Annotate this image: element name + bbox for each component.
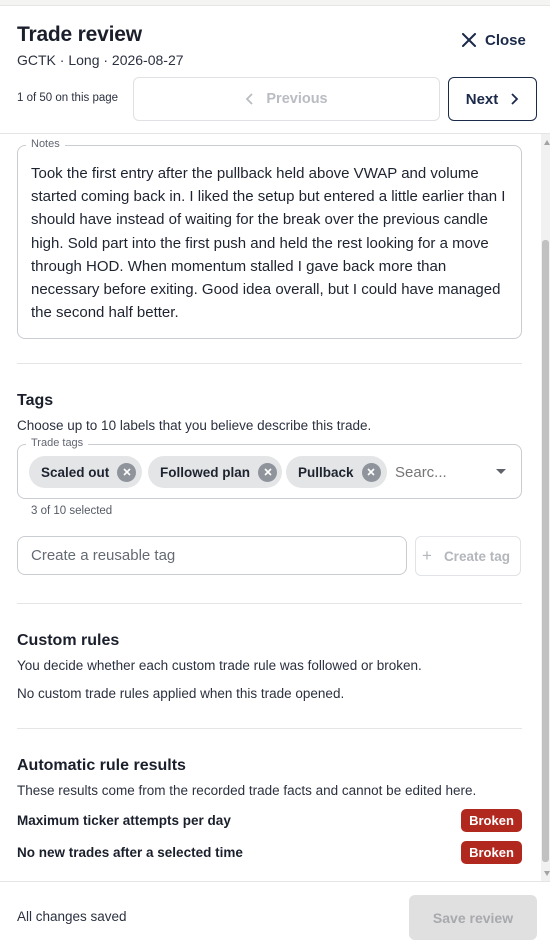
close-label: Close xyxy=(485,31,526,49)
remove-tag-icon[interactable] xyxy=(361,462,381,482)
scroll-up-arrow-icon[interactable] xyxy=(544,140,550,145)
create-tag-input[interactable] xyxy=(17,536,407,575)
previous-button[interactable]: Previous xyxy=(133,77,440,121)
divider xyxy=(17,728,522,729)
tags-title: Tags xyxy=(17,392,54,409)
previous-label: Previous xyxy=(266,91,328,107)
status-badge: Broken xyxy=(461,841,522,864)
tag-chip-pullback: Pullback xyxy=(286,456,387,488)
create-tag-label: Create tag xyxy=(443,548,510,564)
tag-search-input[interactable] xyxy=(395,464,485,481)
custom-rules-description: You decide whether each custom trade rul… xyxy=(17,658,422,673)
tags-count: 3 of 10 selected xyxy=(31,505,113,517)
divider xyxy=(17,363,522,364)
scroll-down-arrow-icon[interactable] xyxy=(544,871,550,876)
next-label: Next xyxy=(465,90,499,108)
notes-text[interactable]: Took the first entry after the pullback … xyxy=(31,162,511,324)
tag-chip-label: Pullback xyxy=(298,464,354,480)
tag-chip-followed-plan: Followed plan xyxy=(148,456,282,488)
dropdown-caret-icon[interactable] xyxy=(496,469,506,474)
automatic-rules-title: Automatic rule results xyxy=(17,757,186,774)
close-button[interactable]: Close xyxy=(462,30,526,50)
page-title: Trade review xyxy=(17,23,142,46)
review-scroll-area[interactable]: Notes Took the first entry after the pul… xyxy=(0,134,550,881)
save-status: All changes saved xyxy=(17,909,127,924)
custom-rules-title: Custom rules xyxy=(17,632,120,649)
tags-description: Choose up to 10 labels that you believe … xyxy=(17,418,372,433)
remove-tag-icon[interactable] xyxy=(117,462,137,482)
trade-subtitle: GCTK · Long · 2026-08-27 xyxy=(17,52,184,68)
save-review-button[interactable]: Save review xyxy=(409,895,537,940)
divider xyxy=(17,603,522,604)
tag-chip-label: Scaled out xyxy=(41,464,110,480)
chevron-left-icon xyxy=(246,93,254,105)
tag-chip-label: Followed plan xyxy=(160,464,250,480)
review-footer: All changes saved Save review xyxy=(0,881,550,951)
rule-name: Maximum ticker attempts per day xyxy=(17,813,231,828)
create-tag-button[interactable]: + Create tag xyxy=(415,536,521,576)
remove-tag-icon[interactable] xyxy=(258,462,277,482)
custom-rules-empty: No custom trade rules applied when this … xyxy=(17,686,345,701)
chevron-right-icon xyxy=(511,93,519,105)
tag-chip-scaled-out: Scaled out xyxy=(29,456,142,488)
plus-icon: + xyxy=(422,546,432,565)
trade-tags-legend: Trade tags xyxy=(26,437,89,449)
automatic-rules-description: These results come from the recorded tra… xyxy=(17,783,477,798)
next-button[interactable]: Next xyxy=(448,77,537,121)
rule-name: No new trades after a selected time xyxy=(17,845,243,860)
pager-position: 1 of 50 on this page xyxy=(17,92,119,104)
review-header: Trade review GCTK · Long · 2026-08-27 Cl… xyxy=(0,6,550,134)
scrollbar-thumb[interactable] xyxy=(542,240,549,862)
status-badge: Broken xyxy=(461,809,522,832)
close-icon xyxy=(462,33,476,47)
notes-legend: Notes xyxy=(26,138,65,150)
